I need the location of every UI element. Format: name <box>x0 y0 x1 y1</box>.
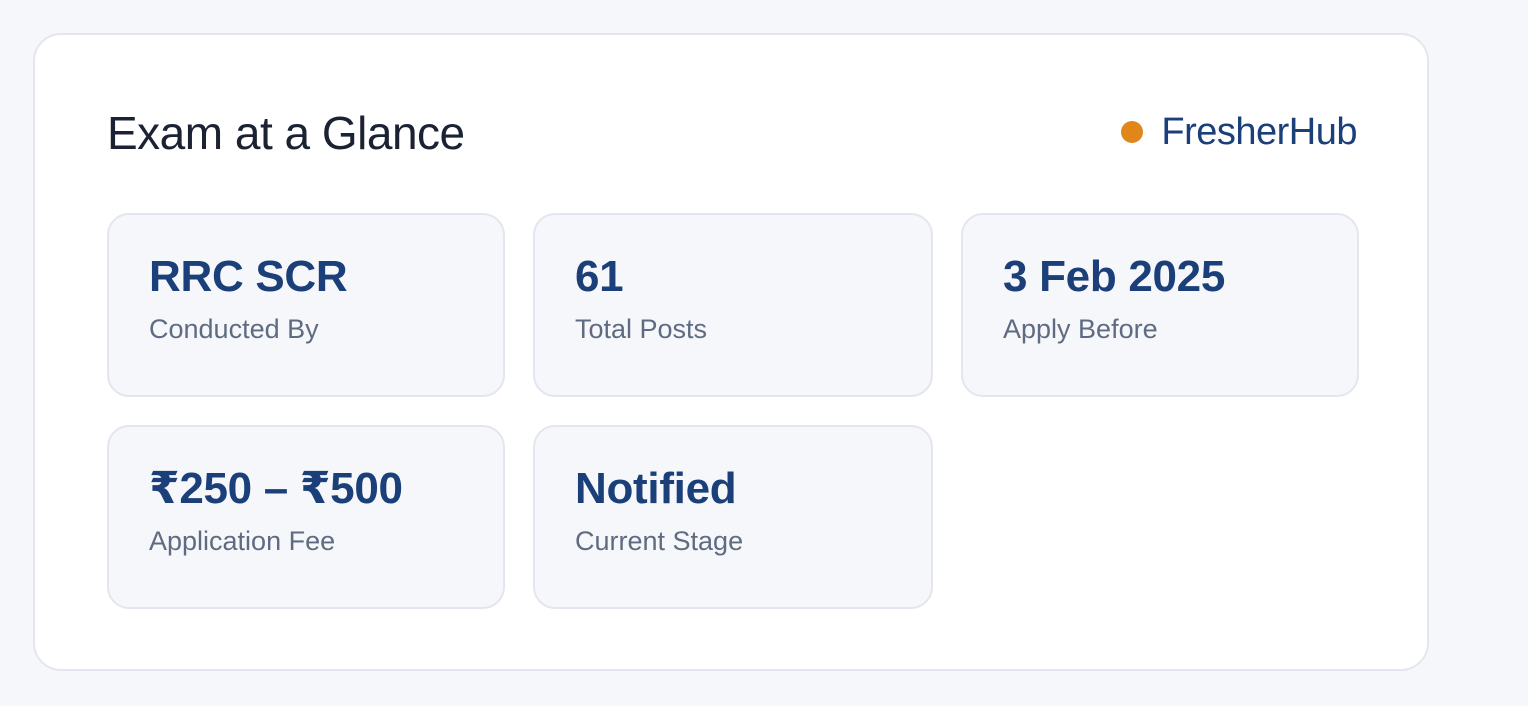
stats-grid: RRC SCR Conducted By 61 Total Posts 3 Fe… <box>107 213 1359 609</box>
stat-value: RRC SCR <box>149 252 348 301</box>
stat-tile-conducted-by: RRC SCR Conducted By <box>107 213 505 397</box>
stat-value: Notified <box>575 464 737 513</box>
brand-dot-icon <box>1121 121 1144 143</box>
stat-value: 3 Feb 2025 <box>1003 252 1226 301</box>
stat-tile-total-posts: 61 Total Posts <box>533 213 933 397</box>
stat-label: Conducted By <box>149 314 319 344</box>
stat-tile-current-stage: Notified Current Stage <box>533 425 933 609</box>
exam-glance-card: Exam at a Glance FresherHub RRC SCR Cond… <box>33 33 1429 671</box>
stat-label: Apply Before <box>1003 314 1158 344</box>
stat-tile-application-fee: ₹250 – ₹500 Application Fee <box>107 425 505 609</box>
card-title: Exam at a Glance <box>107 107 465 159</box>
brand-badge: FresherHub <box>1121 110 1357 154</box>
stat-value: ₹250 – ₹500 <box>149 464 403 513</box>
brand-name: FresherHub <box>1161 111 1357 153</box>
stat-value: 61 <box>575 252 624 301</box>
stat-tile-apply-before: 3 Feb 2025 Apply Before <box>961 213 1359 397</box>
stat-label: Application Fee <box>149 526 336 556</box>
stat-label: Total Posts <box>575 314 708 344</box>
stat-label: Current Stage <box>575 526 744 556</box>
